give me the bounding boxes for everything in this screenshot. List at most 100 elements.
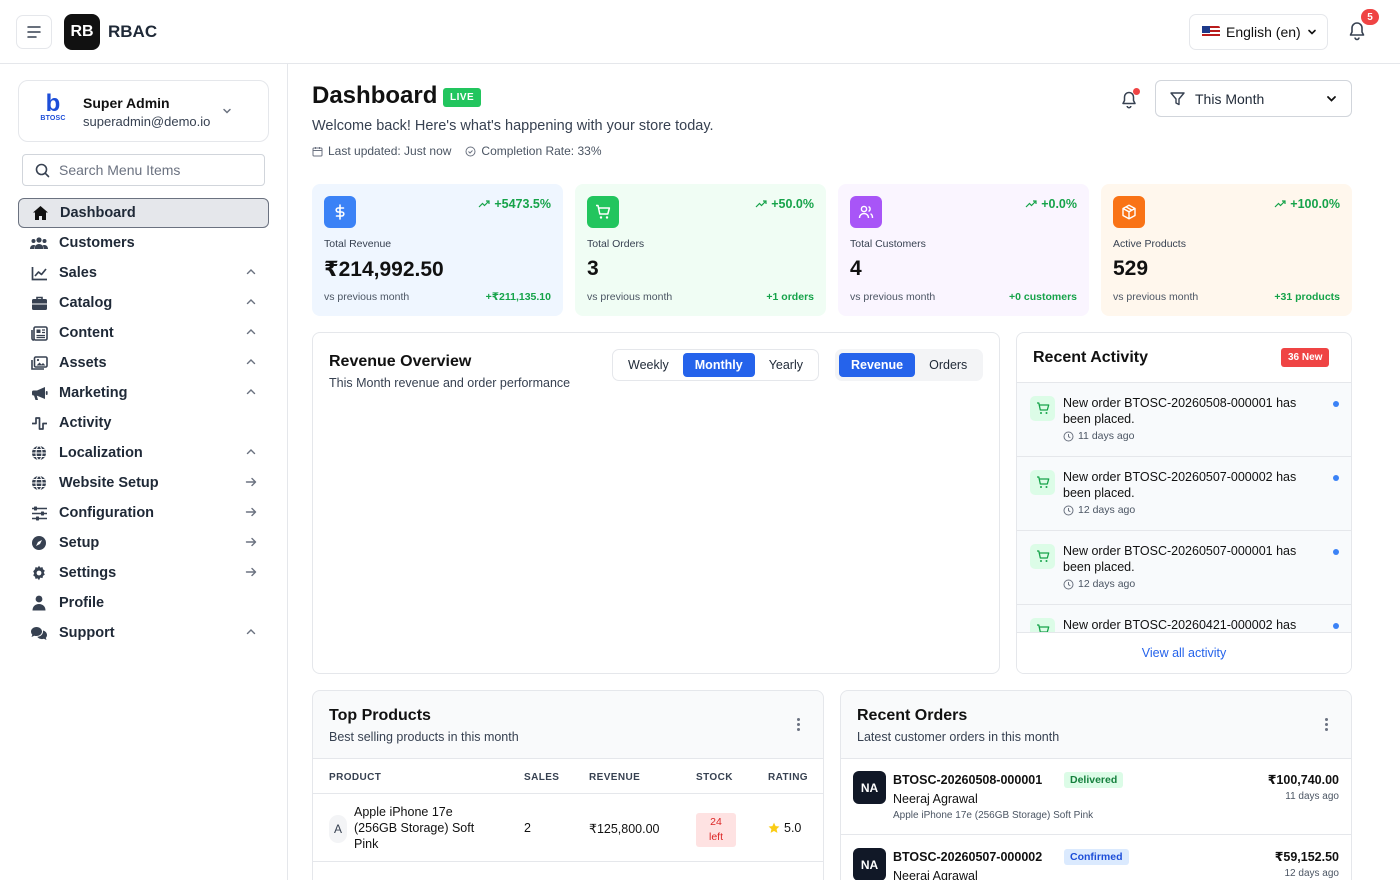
activity-item[interactable]: New order BTOSC-20260421-000002 has [1017,605,1351,632]
period-label: This Month [1195,90,1265,107]
period-tabs: Weekly Monthly Yearly [612,349,819,381]
table-row[interactable]: A Apple iPhone 17e (256GB Storage) Soft … [313,794,823,862]
app-logo[interactable]: RB [64,14,100,50]
recent-activity-panel: Recent Activity 36 New New order BTOSC-2… [1016,332,1352,674]
table-row[interactable] [313,862,823,880]
home-icon [32,206,48,220]
stat-change: +50.0% [755,197,814,211]
user-email: superadmin@demo.io [83,114,211,129]
panel-subtitle: Latest customer orders in this month [857,730,1060,744]
period-filter-select[interactable]: This Month [1155,80,1352,117]
stat-value: 4 [850,257,862,280]
sidebar-item-label: Marketing [59,385,128,401]
stat-delta: +0 customers [1009,291,1077,303]
stat-delta: +31 products [1274,291,1340,303]
clock-icon [1063,579,1074,589]
order-id[interactable]: BTOSC-20260508-000001 [893,773,1042,787]
cart-icon [1036,476,1049,488]
sidebar-item-customers[interactable]: Customers [18,228,269,258]
tab-weekly[interactable]: Weekly [616,353,681,377]
sidebar-item-sales[interactable]: Sales [18,258,269,288]
sidebar-item-website-setup[interactable]: Website Setup [18,468,269,498]
dollar-icon [335,204,345,220]
images-icon [30,355,48,370]
activity-item[interactable]: New order BTOSC-20260507-000001 has been… [1017,531,1351,605]
order-row[interactable]: NA BTOSC-20260508-000001 Delivered Neera… [841,758,1351,834]
stat-footnote: vs previous month [1113,291,1199,303]
activity-text: New order BTOSC-20260421-000002 has [1063,618,1297,632]
sidebar-item-setup[interactable]: Setup [18,528,269,558]
top-products-panel: Top Products Best selling products in th… [312,690,824,880]
sidebar-item-configuration[interactable]: Configuration [18,498,269,528]
arrow-right-icon [245,477,257,487]
chevron-down-icon [1308,29,1316,35]
live-badge: LIVE [443,88,482,107]
language-select[interactable]: English (en) [1189,14,1328,50]
sidebar-item-assets[interactable]: Assets [18,348,269,378]
calendar-icon [312,146,323,156]
sidebar-item-localization[interactable]: Localization [18,438,269,468]
stat-label: Active Products [1113,238,1186,250]
view-all-activity-link[interactable]: View all activity [1017,632,1351,673]
customer-name: Neeraj Agrawal [893,869,978,880]
activity-item[interactable]: New order BTOSC-20260507-000002 has been… [1017,457,1351,531]
activity-icon-box [1030,470,1055,495]
more-options-icon[interactable] [1325,718,1329,733]
search-input[interactable] [59,162,249,178]
activity-time-value: 12 days ago [1078,504,1136,516]
menu-toggle-button[interactable] [16,15,52,49]
user-icon [32,595,46,611]
product-sales: 2 [524,821,531,835]
activity-item[interactable]: New order BTOSC-20260508-000001 has been… [1017,383,1351,457]
sidebar-item-content[interactable]: Content [18,318,269,348]
globe-icon [32,475,46,491]
sidebar-item-settings[interactable]: Settings [18,558,269,588]
product-rating: 5.0 [768,821,801,835]
customer-avatar: NA [853,771,886,804]
tab-revenue[interactable]: Revenue [839,353,916,377]
activity-text: New order BTOSC-20260508-000001 has been… [1063,396,1297,426]
activity-time-value: 12 days ago [1078,578,1136,590]
check-circle-icon [465,146,476,156]
tab-yearly[interactable]: Yearly [757,353,815,377]
order-id[interactable]: BTOSC-20260507-000002 [893,850,1042,864]
sidebar-item-support[interactable]: Support [18,618,269,648]
user-profile-card[interactable]: b BTOSC Super Admin superadmin@demo.io [18,80,269,142]
sidebar-item-catalog[interactable]: Catalog [18,288,269,318]
revenue-overview-panel: Revenue Overview This Month revenue and … [312,332,1000,674]
filter-icon [1170,91,1185,105]
sidebar-item-activity[interactable]: Activity [18,408,269,438]
brand-logo: b BTOSC [40,90,66,123]
newspaper-icon [30,325,48,341]
tab-orders[interactable]: Orders [917,353,979,377]
sidebar-item-profile[interactable]: Profile [18,588,269,618]
chevron-up-icon [246,389,256,395]
order-time: 12 days ago [1284,868,1340,879]
panel-subtitle: Best selling products in this month [329,730,519,744]
panel-title: Recent Activity [1033,349,1148,366]
column-header: PRODUCT [329,772,382,783]
trending-up-icon [478,200,490,208]
sidebar-item-label: Customers [59,235,135,251]
users-icon [30,237,48,249]
more-options-icon[interactable] [797,718,801,733]
unread-dot [1333,549,1339,555]
activity-text: New order BTOSC-20260507-000001 has been… [1063,544,1297,574]
us-flag-icon [1202,26,1220,38]
language-label: English (en) [1226,24,1301,40]
briefcase-icon [31,296,47,310]
chevron-up-icon [246,629,256,635]
menu-search[interactable] [22,154,265,186]
sidebar-item-dashboard[interactable]: Dashboard [18,198,269,228]
chevron-up-icon [246,449,256,455]
last-updated-text: Last updated: Just now [328,144,452,158]
panel-title: Recent Orders [857,707,968,724]
stat-change-value: +0.0% [1041,197,1077,211]
order-row[interactable]: NA BTOSC-20260507-000002 Confirmed Neera… [841,834,1351,880]
stat-footnote: vs previous month [324,291,410,303]
table-header: PRODUCT SALES REVENUE STOCK RATING [313,758,823,794]
tab-monthly[interactable]: Monthly [682,353,755,377]
sidebar-item-marketing[interactable]: Marketing [18,378,269,408]
stock-unit: left [708,831,723,843]
arrow-right-icon [245,537,257,547]
